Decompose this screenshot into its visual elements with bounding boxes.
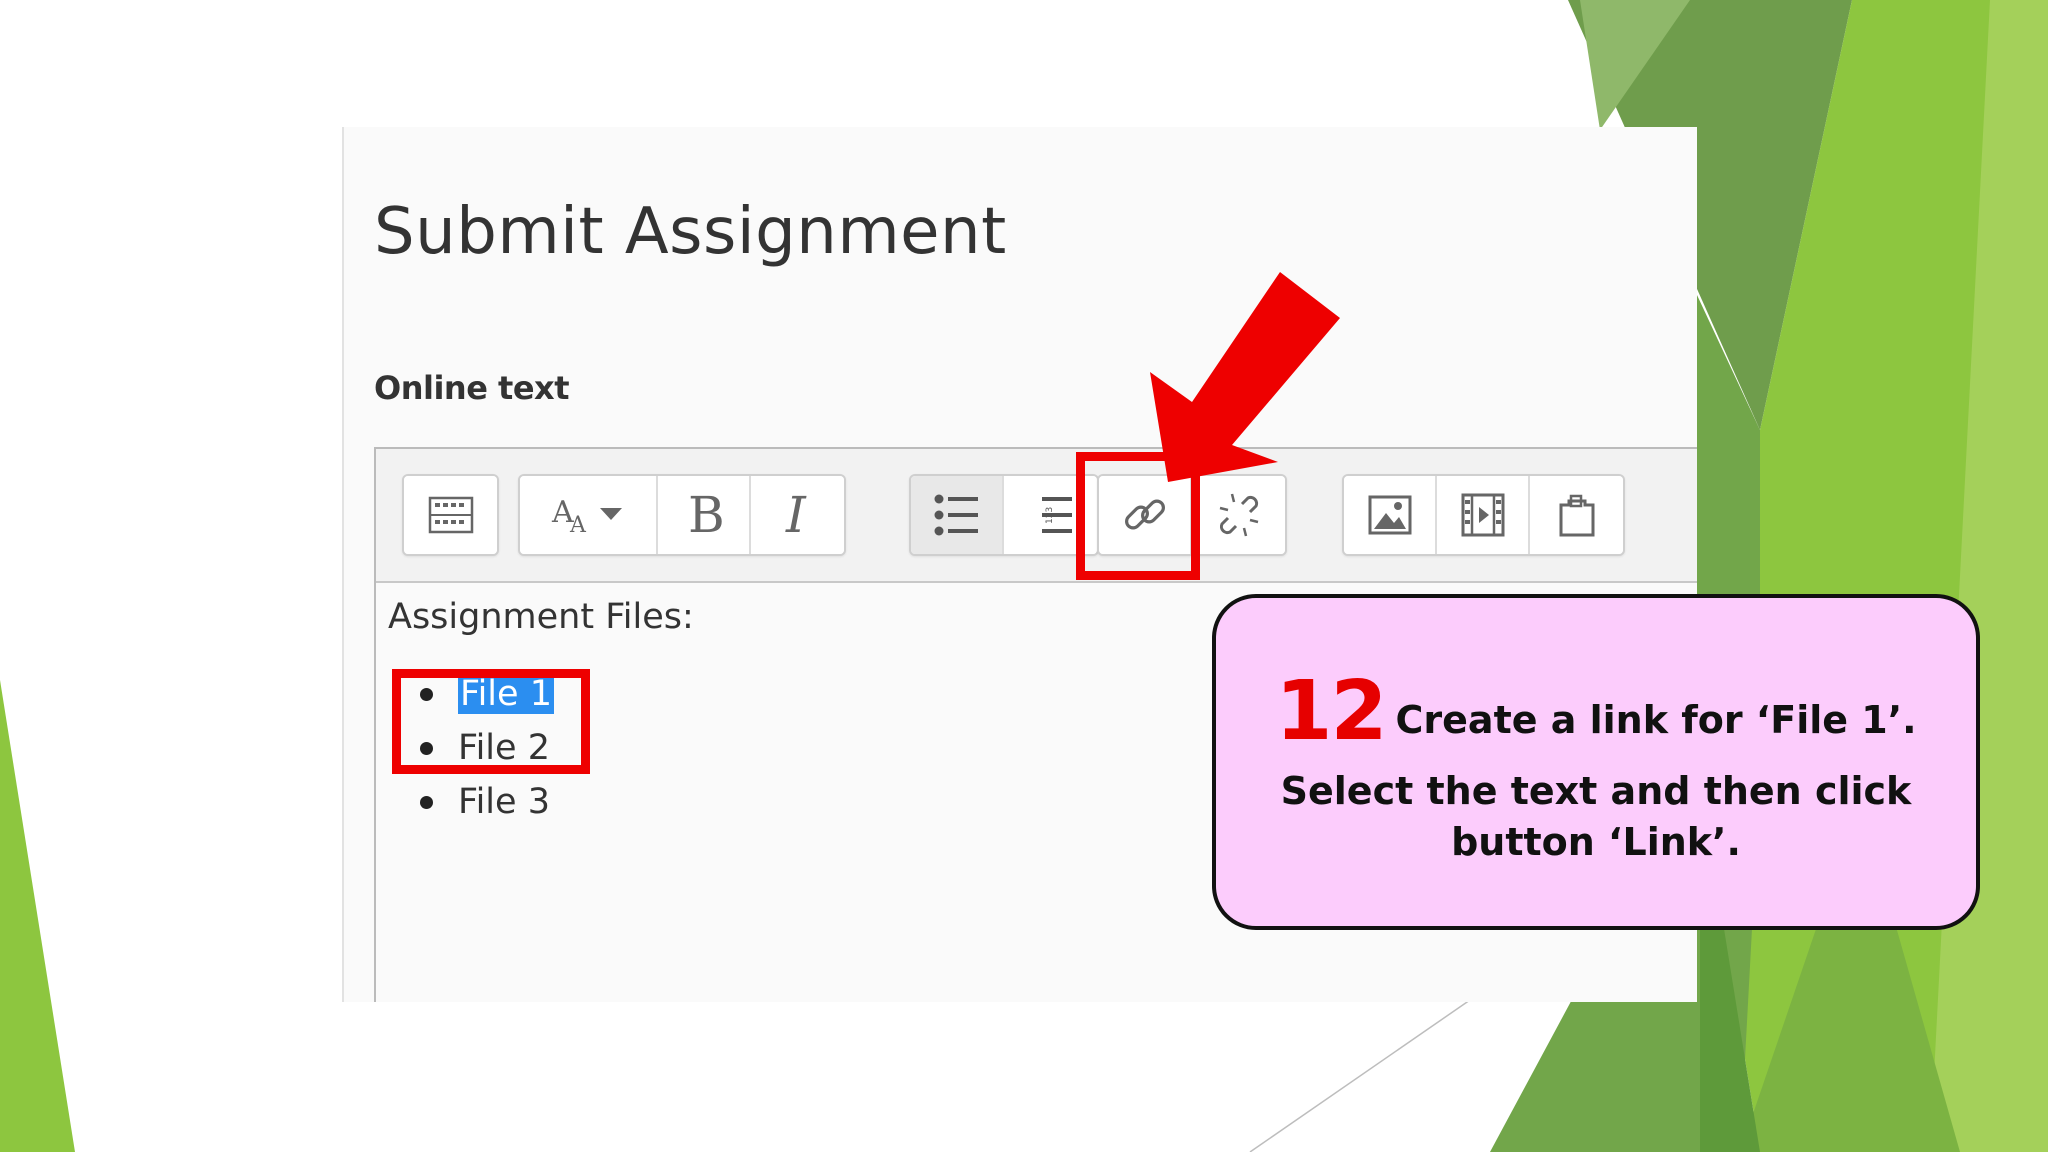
step-number: 12 [1275,664,1387,759]
callout-body: Select the text and then click button ‘L… [1216,766,1976,868]
callout-heading: 12 Create a link for ‘File 1’. [1216,664,1976,759]
red-arrow-icon [1150,272,1340,482]
callout-body-line-2: button ‘Link’. [1451,820,1741,864]
callout-title: Create a link for ‘File 1’. [1395,698,1917,742]
callout-body-line-1: Select the text and then click [1280,769,1912,813]
instruction-callout: 12 Create a link for ‘File 1’. Select the… [1212,594,1980,930]
